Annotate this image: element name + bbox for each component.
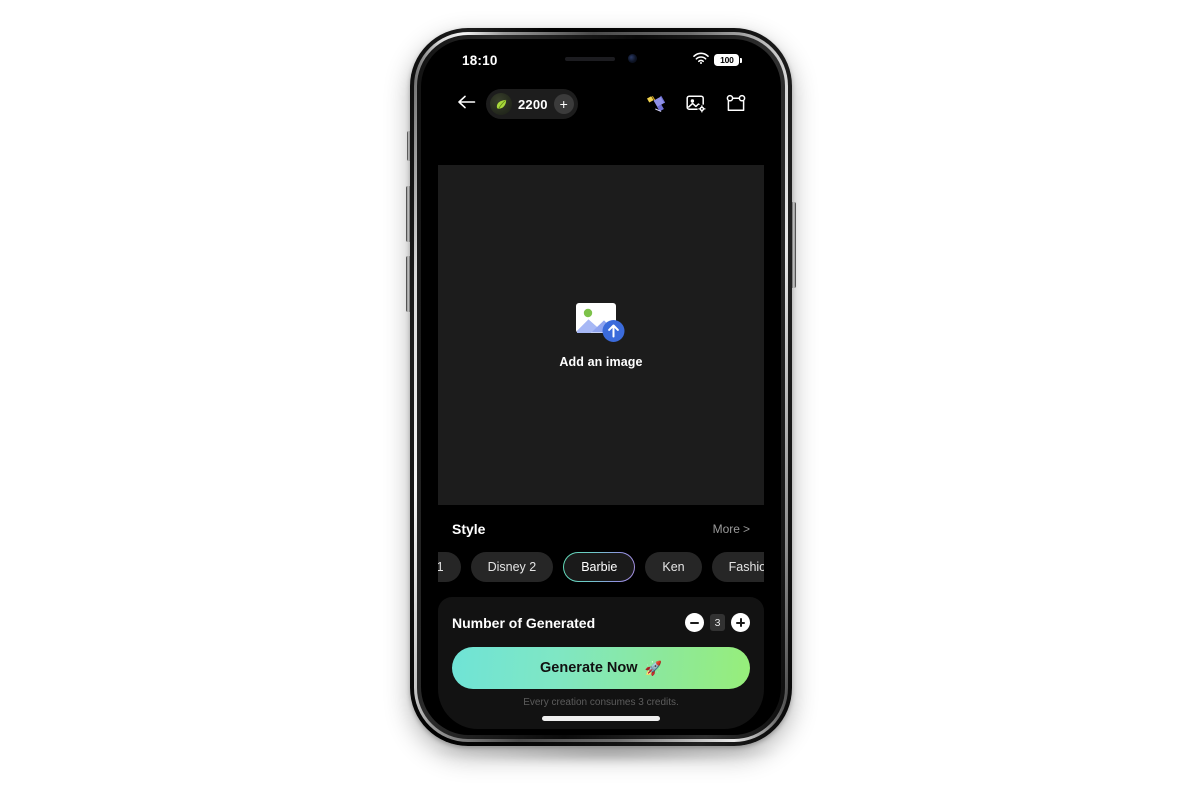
add-credits-button[interactable]: +	[553, 94, 574, 114]
back-button[interactable]	[452, 90, 480, 118]
style-chip-row[interactable]: ime 1 Disney 2 Barbie Ken Fashion Ca	[438, 552, 764, 582]
generate-now-label: Generate Now	[540, 660, 638, 676]
status-time: 18:10	[462, 52, 498, 68]
generate-count-row: Number of Generated 3	[452, 613, 750, 632]
rocket-icon: 🚀	[644, 659, 662, 676]
earpiece-speaker	[565, 56, 615, 61]
style-chip[interactable]: Disney 2	[470, 552, 554, 582]
style-chip[interactable]: Fashion Ca	[711, 552, 764, 582]
style-header: Style More >	[438, 521, 764, 537]
image-settings-button[interactable]	[684, 92, 708, 116]
app-nav-bar: 2200 +	[438, 75, 764, 133]
generate-count-label: Number of Generated	[452, 614, 596, 631]
add-image-icon	[575, 301, 627, 345]
leaf-icon	[490, 93, 512, 115]
style-title: Style	[452, 521, 486, 537]
quantity-stepper[interactable]: 3	[685, 613, 750, 632]
style-chip[interactable]: ime 1	[438, 552, 461, 582]
generate-panel: Number of Generated 3 Generate Now 🚀 Eve…	[438, 597, 764, 729]
status-indicators: 100	[693, 51, 742, 69]
style-more-label: More	[712, 522, 740, 536]
home-indicator[interactable]	[542, 716, 660, 721]
phone-frame: 18:10 100 2200 + Add an image Style More…	[410, 28, 792, 746]
phone-screen: 18:10 100 2200 + Add an image Style More…	[438, 45, 764, 729]
back-arrow-icon	[457, 94, 476, 115]
chevron-right-icon: >	[742, 522, 750, 536]
battery-level: 100	[714, 54, 740, 66]
generate-now-button[interactable]: Generate Now 🚀	[452, 647, 750, 689]
battery-nub-icon	[740, 57, 742, 63]
add-image-label: Add an image	[559, 355, 643, 369]
generate-count-value: 3	[710, 614, 725, 631]
minus-icon	[690, 621, 699, 624]
increase-count-button[interactable]	[731, 613, 750, 632]
credits-pill[interactable]: 2200 +	[486, 89, 578, 119]
paint-sprayer-button[interactable]	[644, 92, 668, 116]
nav-action-icons	[644, 92, 748, 116]
credits-consumption-note: Every creation consumes 3 credits.	[523, 697, 679, 708]
decrease-count-button[interactable]	[685, 613, 704, 632]
wifi-icon	[693, 51, 710, 69]
front-camera-icon	[628, 54, 637, 63]
image-canvas[interactable]: Add an image	[438, 165, 764, 505]
style-section: Style More > ime 1 Disney 2 Barbie Ken F…	[438, 505, 764, 582]
style-chip-selected[interactable]: Barbie	[563, 552, 635, 582]
style-more-button[interactable]: More >	[713, 522, 750, 536]
style-chip[interactable]: Ken	[645, 552, 702, 582]
plus-icon-vertical	[739, 618, 742, 627]
screenshot-canvas: 18:10 100 2200 + Add an image Style More…	[0, 0, 1200, 800]
credits-amount: 2200	[518, 96, 548, 112]
device-notch	[520, 45, 682, 72]
canvas-frame-button[interactable]	[724, 92, 748, 116]
